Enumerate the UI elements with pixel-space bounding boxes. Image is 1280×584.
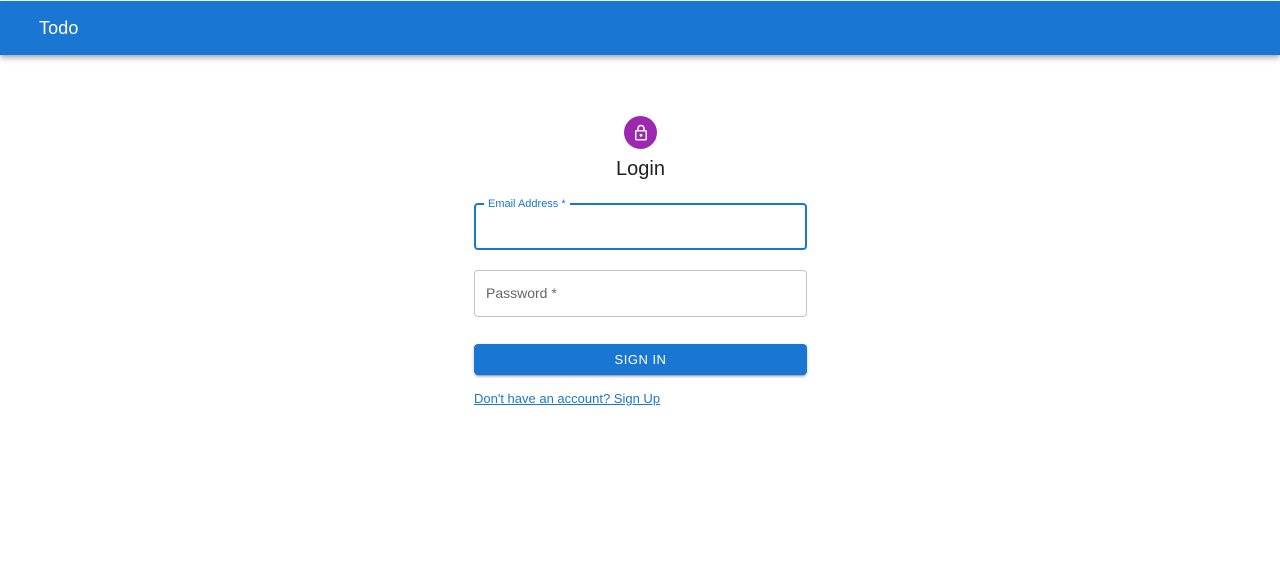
lock-icon bbox=[634, 124, 647, 140]
app-bar: Todo bbox=[0, 1, 1280, 55]
sign-in-button[interactable]: SIGN IN bbox=[474, 344, 807, 375]
sign-up-link[interactable]: Don't have an account? Sign Up bbox=[474, 391, 660, 406]
page-title: Login bbox=[616, 158, 665, 180]
email-field[interactable]: Email Address * bbox=[474, 197, 807, 250]
lock-avatar bbox=[624, 116, 657, 149]
password-input[interactable] bbox=[475, 271, 806, 316]
app-title: Todo bbox=[39, 17, 79, 38]
email-input[interactable] bbox=[476, 205, 805, 248]
password-field[interactable]: Password * bbox=[474, 270, 807, 317]
